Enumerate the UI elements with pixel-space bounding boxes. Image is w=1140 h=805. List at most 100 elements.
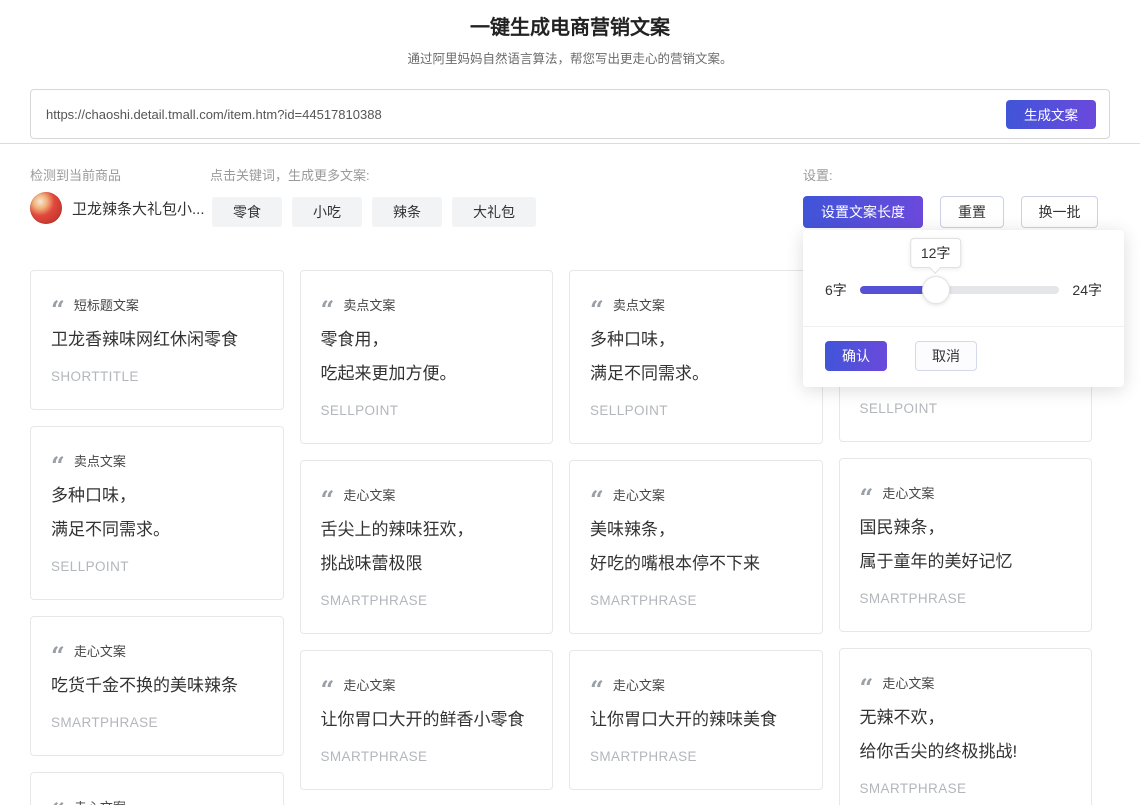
card-copy-line: 多种口味， [51, 479, 263, 513]
card-type-label: 走心文案 [613, 675, 665, 694]
card-copy-line: 卫龙香辣味网红休闲零食 [51, 323, 263, 357]
card-type-label: 卖点文案 [74, 451, 126, 470]
card-copy-line: 属于童年的美好记忆 [860, 545, 1072, 579]
card-header: “走心文案 [51, 797, 263, 805]
card-type-label: 走心文案 [613, 485, 665, 504]
slider-min-label: 6字 [825, 280, 847, 300]
card-header: “ 卖点文案 [590, 295, 802, 313]
copy-card[interactable]: “ 走心文案国民辣条，属于童年的美好记忆 SMARTPHRASE [839, 458, 1093, 632]
card-type-label: 走心文案 [74, 797, 126, 805]
quote-icon: “ [321, 686, 335, 694]
product-name: 卫龙辣条大礼包小... [72, 198, 205, 219]
copy-card[interactable]: “ 走心文案让你胃口大开的鲜香小零食 SMARTPHRASE [300, 650, 554, 790]
length-setting-popup: 6字 12字 24字 确认 取消 [803, 230, 1124, 387]
detected-product: 卫龙辣条大礼包小... [30, 192, 205, 224]
detected-product-label: 检测到当前商品 [30, 165, 121, 184]
card-copy-line: 让你胃口大开的鲜香小零食 [321, 703, 533, 737]
copy-card[interactable]: “卖点文案多种口味，满足不同需求。SELLPOINT [569, 270, 823, 444]
card-copy-line: 吃货千金不换的美味辣条 [51, 669, 263, 703]
copy-card[interactable]: “卖点文案多种口味，满足不同需求。SELLPOINT [30, 426, 284, 600]
keywords-label: 点击关键词，生成更多文案: [210, 165, 370, 184]
length-slider-row: 6字 12字 24字 [825, 276, 1102, 304]
length-slider[interactable]: 12字 [860, 276, 1060, 304]
keyword-tags: 零食小吃辣条大礼包 [212, 197, 536, 227]
card-header: “ 走心文案 [321, 675, 533, 693]
slider-value: 12字 [921, 245, 951, 261]
card-type-label: 走心文案 [882, 483, 934, 502]
cancel-button[interactable]: 取消 [915, 341, 977, 371]
keyword-tag[interactable]: 零食 [212, 197, 282, 227]
card-category-tag: SHORTTITLE [51, 369, 263, 387]
reset-button[interactable]: 重置 [940, 196, 1004, 228]
quote-icon: “ [51, 306, 65, 314]
card-header: “走心文案 [321, 485, 533, 503]
refresh-batch-button[interactable]: 换一批 [1021, 196, 1098, 228]
quote-icon: “ [590, 306, 604, 314]
card-header: “ 卖点文案 [51, 451, 263, 469]
card-header: “ 走心文案 [590, 485, 802, 503]
card-copy-line: 无辣不欢， [860, 701, 1072, 735]
card-type-label: 卖点文案 [613, 295, 665, 314]
page: 一键生成电商营销文案 通过阿里妈妈自然语言算法，帮您写出更走心的营销文案。 生成… [0, 0, 1140, 805]
copy-card[interactable]: “ 走心文案无辣不欢，给你舌尖的终极挑战! SMARTPHRASE [839, 648, 1093, 805]
settings-buttons: 设置文案长度 重置 换一批 [803, 196, 1098, 228]
card-category-tag: SMARTPHRASE [321, 749, 533, 767]
quote-icon: “ [860, 684, 874, 692]
card-copy-line: 让你胃口大开的辣味美食 [590, 703, 802, 737]
quote-icon: “ [590, 496, 604, 504]
copy-card[interactable]: “走心文案美味辣条，好吃的嘴根本停不下来SMARTPHRASE [569, 460, 823, 634]
keyword-tag[interactable]: 辣条 [372, 197, 442, 227]
card-copy-line: 满足不同需求。 [590, 357, 802, 391]
card-category-tag: SMARTPHRASE [860, 781, 1072, 799]
card-copy-line: 吃起来更加方便。 [321, 357, 533, 391]
card-header: “ 短标题文案 [51, 295, 263, 313]
card-category-tag: SMARTPHRASE [860, 591, 1072, 609]
card-type-label: 走心文案 [343, 485, 395, 504]
slider-value-tooltip: 12字 [910, 238, 962, 268]
quote-icon: “ [860, 494, 874, 502]
copy-card[interactable]: “走心文案让你胃口大开的辣味美食SMARTPHRASE [569, 650, 823, 790]
quote-icon: “ [51, 462, 65, 470]
copy-card[interactable]: “卖点文案零食用，吃起来更加方便。SELLPOINT [300, 270, 554, 444]
slider-max-label: 24字 [1072, 280, 1102, 300]
card-copy-line: 好吃的嘴根本停不下来 [590, 547, 802, 581]
card-category-tag: SELLPOINT [860, 401, 1072, 419]
url-input[interactable] [44, 106, 1006, 123]
copy-card[interactable]: “ 短标题文案卫龙香辣味网红休闲零食 SHORTTITLE [30, 270, 284, 410]
card-type-label: 卖点文案 [343, 295, 395, 314]
card-copy-line: 多种口味， [590, 323, 802, 357]
card-header: “ 卖点文案 [321, 295, 533, 313]
slider-track[interactable] [860, 286, 1060, 294]
card-type-label: 走心文案 [74, 641, 126, 660]
card-category-tag: SMARTPHRASE [321, 593, 533, 611]
card-category-tag: SMARTPHRASE [51, 715, 263, 733]
card-type-label: 走心文案 [882, 673, 934, 692]
generate-button[interactable]: 生成文案 [1006, 100, 1096, 129]
keyword-tag[interactable]: 小吃 [292, 197, 362, 227]
card-copy-line: 美味辣条， [590, 513, 802, 547]
product-image [30, 192, 62, 224]
page-title: 一键生成电商营销文案 [0, 15, 1140, 41]
quote-icon: “ [321, 306, 335, 314]
card-copy-line: 舌尖上的辣味狂欢， [321, 513, 533, 547]
copy-card[interactable]: “走心文案吃货千金不换的美味辣条SMARTPHRASE [30, 616, 284, 756]
confirm-button[interactable]: 确认 [825, 341, 887, 371]
card-copy-line: 零食用， [321, 323, 533, 357]
copy-card[interactable]: “走心文案舌尖上的辣味狂欢，挑战味蕾极限 SMARTPHRASE [300, 460, 554, 634]
slider-thumb[interactable] [922, 276, 950, 304]
copy-card[interactable]: “走心文案 [30, 772, 284, 805]
card-type-label: 短标题文案 [74, 295, 139, 314]
card-column-3: “卖点文案多种口味，满足不同需求。SELLPOINT“走心文案美味辣条，好吃的嘴… [569, 270, 823, 805]
card-copy-line: 国民辣条， [860, 511, 1072, 545]
card-column-1: “ 短标题文案卫龙香辣味网红休闲零食 SHORTTITLE “ 卖点文案多种口味，满足不… [30, 270, 284, 805]
card-copy-line: 给你舌尖的终极挑战! [860, 735, 1072, 769]
card-type-label: 走心文案 [343, 675, 395, 694]
card-column-2: “卖点文案零食用，吃起来更加方便。SELLPOINT“走心文案舌尖上的辣味狂欢，… [300, 270, 554, 805]
card-copy-line: 满足不同需求。 [51, 513, 263, 547]
length-popup-footer: 确认 取消 [803, 326, 1124, 387]
length-popup-body: 6字 12字 24字 [803, 230, 1124, 326]
url-bar: 生成文案 [30, 89, 1110, 139]
card-copy-line: 挑战味蕾极限 [321, 547, 533, 581]
set-length-button[interactable]: 设置文案长度 [803, 196, 923, 228]
keyword-tag[interactable]: 大礼包 [452, 197, 536, 227]
